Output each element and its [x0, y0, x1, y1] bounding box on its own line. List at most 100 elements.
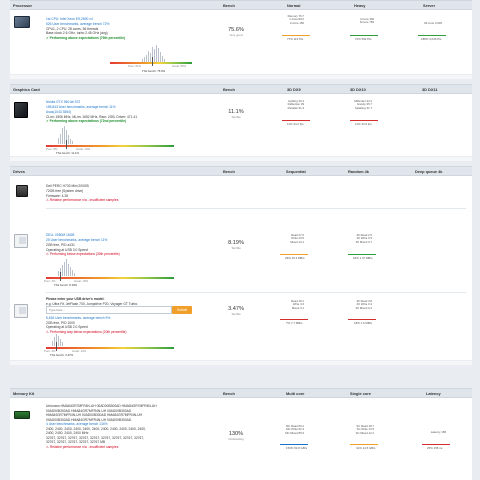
drive3-free: 2GB free, PID 1000 [46, 320, 75, 325]
gpu-dx10-score: 11% 33.9 fps [355, 122, 372, 126]
divider [46, 292, 466, 293]
gpu-header: Graphics Card Bench 3D DX9 3D DX10 3D DX… [10, 84, 472, 94]
spacer [10, 157, 472, 161]
drive2-name-link[interactable]: DELL 0050M 16GB [46, 233, 74, 237]
memory-line-7: 32767, 32767, 32767, 32767, 32767, 32767… [46, 435, 145, 440]
drive3-benchmarks-link[interactable]: 5,816 User benchmarks, average bench 9% [46, 316, 110, 320]
drive3-great-label: Great: 10% [72, 349, 87, 353]
cpu-this-bench-marker [152, 57, 153, 66]
hdd-icon [16, 185, 28, 197]
latency-column-header: Latency [426, 390, 441, 396]
gpu-vendor-link[interactable]: Asus(1043 3554) [46, 110, 71, 114]
gpu-header-title: Graphics Card [13, 86, 40, 92]
drive2-rand-score: 64% 1.37 MB/s [353, 256, 373, 260]
drive2-percentile-scale [46, 277, 174, 279]
memory-line-2: 00AD00B300AD HMA84GR7MFR4N-UH 00AD00B300… [46, 408, 132, 413]
gpu-this-bench-label: This bench: 11.1% [56, 151, 79, 155]
sequential-column-header: Sequential [286, 168, 306, 174]
drive2-benchmarks-link[interactable]: 25 User benchmarks, average bench 11% [46, 238, 107, 242]
gpu-benchmarks-link[interactable]: 155,843 User benchmarks, average bench 1… [46, 105, 116, 109]
processor-panel: 1st CPU: Intel Xeon E5-2690 v4 526 User … [10, 10, 472, 74]
memory-line-8: 32767, 32767, 32767, 32767, 32767 MB [46, 440, 106, 444]
drive2-mode: Operating at USB 3.0 Speed [46, 247, 88, 252]
gpu-bench-label: Terrible [231, 114, 241, 119]
drive2-this-bench-marker [60, 272, 61, 281]
drive2-distribution-histogram [58, 259, 75, 276]
drive2-bench-label: Terrible [231, 245, 241, 250]
deepqueue-column-header: Deep queue 4k [415, 168, 443, 174]
memory-performance-status: ⚠ Relative performance n/a - insufficien… [46, 444, 119, 449]
dx11-column-header: 3D DX11 [422, 86, 438, 92]
cpu-server-breakdown: 64-Core 3,045 [424, 21, 442, 25]
processor-header-title: Processor [13, 2, 33, 8]
cpu-chip-icon [14, 16, 30, 28]
drive3-mode: Operating at USB 2.0 Speed [46, 325, 88, 329]
drive2-seq-breakdown: Read 27.6 Write 23.5 Mixed 14.1 [290, 233, 304, 244]
gpu-panel: Nvidia GTX 960 Ati 972 155,843 User benc… [10, 94, 472, 156]
drives-header: Drives Bench Sequential Random 4k Deep q… [10, 166, 472, 176]
cpu-heavy-score: 70% 592 Pts [355, 37, 372, 41]
cpu-poor-label: Poor: 61% [128, 64, 142, 68]
memory-line-6: 2400, 2400, 2400, 2400 MHz [46, 431, 89, 435]
drive3-percentile-scale [46, 347, 174, 349]
gpu-distribution-histogram [58, 126, 73, 144]
memory-single-score: 41% 14.5 GB/s [356, 446, 376, 450]
gpu-this-bench-marker [66, 140, 67, 149]
drive3-this-bench-marker [56, 342, 57, 351]
cpu-heavy-breakdown: 4-Core 400 8-Core 783 [360, 17, 374, 25]
gpu-card-icon [14, 102, 28, 118]
drive3-rand-breakdown: 4K Read 3.8 4K Write 0.4 4K Mixed 0.2 [355, 299, 372, 310]
usb-model-submit-button[interactable]: Submit [172, 306, 192, 314]
dx10-column-header: 3D DX10 [350, 86, 366, 92]
memory-header: Memory Kit Bench Multi core Single core … [10, 388, 472, 398]
bench-column-header: Bench [223, 2, 235, 8]
drive1-firmware: Firmware: 4.28 [46, 193, 68, 198]
drive1-performance-status: ⚠ Relative performance n/a - insufficien… [46, 198, 119, 202]
gpu-name-link[interactable]: Nvidia GTX 960 Ati 972 [46, 100, 80, 104]
drives-panel: Dell PERC H730 Mini 200GB 72GB free (Sys… [10, 176, 472, 360]
bench-column-header: Bench [223, 168, 235, 174]
gpu-dx9-score: 11% 34.2 fps [287, 122, 304, 126]
memory-benchmarks-link[interactable]: 4 User benchmarks, average bench 134% [46, 422, 108, 426]
gpu-dx10-breakdown: MRender 34.4 Gravity 35.7 Splatting 31.7 [354, 99, 372, 110]
spacer [10, 75, 472, 79]
drive3-rand-score: 18% 1.6 MB/s [354, 321, 372, 325]
spacer [10, 361, 472, 365]
drive1-free: 72GB free (System drive) [46, 189, 84, 193]
drive3-distribution-histogram [52, 334, 63, 346]
usb-model-hint: e.g. Ultra Fit, JetFlash 700, Jumpdrive … [46, 301, 139, 306]
cpu-details-2: Base clock 2.6 GHz, turbo 2.45 GHz (avg) [46, 31, 108, 35]
memory-single-breakdown: SC Read 18.7 SC Write 13.5 SC Mixed 12.2 [355, 424, 374, 435]
bench-column-header: Bench [223, 86, 235, 92]
multicore-column-header: Multi core [286, 390, 305, 396]
cpu-great-label: Great: 80% [172, 64, 187, 68]
benchmark-report: Processor Bench Normal Heavy Server 1st … [0, 0, 480, 480]
usb-model-prompt: Please enter your USB drive's model: [46, 297, 105, 301]
drive2-free: 2GB free, PID a131 [46, 243, 75, 247]
memory-line-4: 00AD00B300AD HMA84GR7MFR4N-UH 00AD00B300… [46, 417, 132, 422]
memory-line-1: Unknown HMA84GR7MFR4N-UH 00AD00B300AD HM… [46, 404, 157, 408]
cpu-normal-score: 77% 115 Pts [287, 37, 304, 41]
gpu-performance-status: ✔ Performing above expectations (72nd pe… [46, 119, 127, 123]
gpu-bench-score: 11.1% Terrible [223, 109, 249, 120]
memory-latency-breakdown: Latency 158 [430, 430, 446, 434]
drives-header-title: Drives [13, 168, 25, 174]
memory-bench-score: 130% Outstanding [223, 431, 249, 442]
dx9-column-header: 3D DX9 [287, 86, 301, 92]
memory-bench-label: Outstanding [228, 436, 244, 441]
cpu-benchmarks-link[interactable]: 526 User benchmarks, average bench 72% [46, 22, 109, 26]
cpu-bench-score: 75.6% Very good [223, 27, 249, 38]
memory-header-title: Memory Kit [13, 390, 35, 396]
usb-drive-icon [14, 304, 28, 318]
usb-model-input[interactable] [46, 306, 172, 314]
memory-line-3: HMA84GR7MFR4N-UH 00AD00B300AD HMA84GR7MF… [46, 413, 143, 417]
cpu-name-link[interactable]: 1st CPU: Intel Xeon E5-2690 v4 [46, 17, 93, 21]
drive3-seq-score: 7% 7.7 MB/s [286, 321, 303, 325]
memory-multi-breakdown: MC Read 60.2 MC Write 52.3 MC Mixed 85.6 [285, 424, 304, 435]
drive3-bench-label: Terrible [231, 311, 241, 316]
bench-column-header: Bench [223, 390, 235, 396]
drive2-seq-score: 29% 25.3 MB/s [285, 256, 305, 260]
memory-panel: Unknown HMA84GR7MFR4N-UH 00AD00B300AD HM… [10, 398, 472, 480]
cpu-this-bench-label: This bench: 75.6% [142, 68, 166, 73]
cpu-distribution-histogram [142, 45, 165, 63]
